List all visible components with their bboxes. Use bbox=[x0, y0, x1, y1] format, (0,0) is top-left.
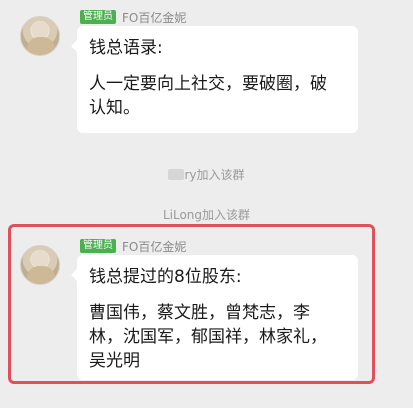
sender-name[interactable]: FO百亿金妮 bbox=[122, 238, 186, 255]
sender-name[interactable]: FO百亿金妮 bbox=[122, 9, 186, 26]
message-bubble[interactable]: 钱总提过的8位股东: 曹国伟，蔡文胜，曾梵志，李 林，沈国军，郁国祥，林家礼， … bbox=[71, 255, 358, 380]
system-notice-text: LiLong加入该群 bbox=[162, 208, 251, 222]
sender-line: 管理员 FO百亿金妮 bbox=[80, 238, 186, 254]
system-notice-join: LiLong加入该群 bbox=[0, 206, 413, 223]
admin-badge: 管理员 bbox=[80, 239, 116, 253]
system-notice-join: ry加入该群 bbox=[0, 166, 413, 183]
message-body: 人一定要向上社交，要破圈，破 认知。 bbox=[89, 74, 327, 118]
redacted-name bbox=[168, 169, 185, 180]
avatar[interactable] bbox=[20, 16, 60, 56]
message-bubble[interactable]: 钱总语录: 人一定要向上社交，要破圈，破 认知。 bbox=[71, 26, 358, 133]
sender-line: 管理员 FO百亿金妮 bbox=[80, 9, 186, 25]
message-body: 曹国伟，蔡文胜，曾梵志，李 林，沈国军，郁国祥，林家礼， 吴光明 bbox=[89, 303, 327, 371]
avatar[interactable] bbox=[20, 245, 60, 285]
system-notice-text: ry加入该群 bbox=[184, 168, 245, 182]
message-title: 钱总语录: bbox=[89, 38, 163, 58]
message-title: 钱总提过的8位股东: bbox=[89, 267, 242, 287]
admin-badge: 管理员 bbox=[80, 10, 116, 24]
